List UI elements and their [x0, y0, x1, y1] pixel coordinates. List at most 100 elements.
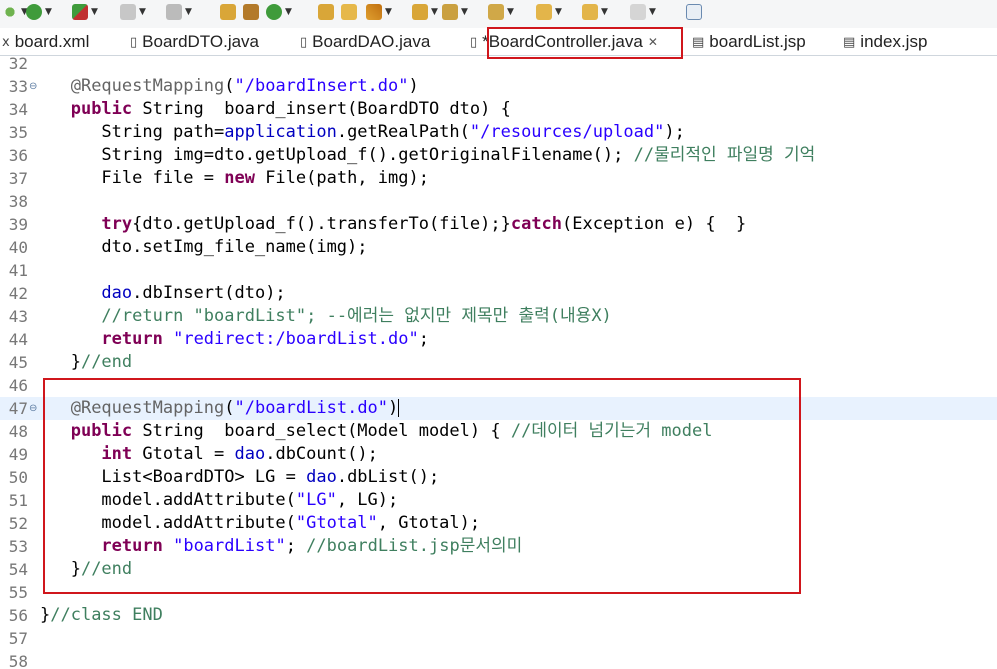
line-number: 38 — [8, 192, 28, 211]
run-button[interactable]: ▼ — [26, 3, 52, 21]
stop-icon — [120, 4, 136, 20]
search-icon — [366, 4, 382, 20]
line-number: 50 — [8, 468, 28, 487]
chevron-down-icon[interactable]: ▼ — [649, 7, 656, 17]
tab-label: boardList.jsp — [709, 32, 806, 51]
java-file-icon: ▯ — [300, 34, 308, 50]
debug-button[interactable]: ▼ — [2, 3, 28, 21]
code-line[interactable]: 33 ⊖ @RequestMapping("/boardInsert.do") — [0, 75, 997, 98]
fold-toggle-icon[interactable]: ⊖ — [29, 397, 37, 420]
new-class-icon — [266, 4, 282, 20]
code-line[interactable]: 43 //return "boardList"; --에러는 없지만 제목만 출… — [0, 305, 997, 328]
line-number: 36 — [8, 146, 28, 165]
previous-annotation-button[interactable]: ▼ — [488, 3, 514, 21]
code-text: dao.dbInsert(dto); — [101, 283, 286, 303]
line-number: 34 — [8, 100, 28, 119]
back-history-icon — [630, 4, 646, 20]
line-number: 56 — [8, 606, 28, 625]
main-toolbar: ▼ ▼ ▼ ▼ ▼ ▼ ▼ ▼ ▼ ▼ ▼ ▼ ▼ — [0, 0, 997, 28]
jsp-file-icon: ▤ — [843, 34, 856, 50]
chevron-down-icon[interactable]: ▼ — [285, 7, 292, 17]
code-line[interactable]: 35 String path=application.getRealPath("… — [0, 121, 997, 144]
chevron-down-icon[interactable]: ▼ — [507, 7, 514, 17]
chevron-down-icon[interactable]: ▼ — [431, 7, 438, 17]
code-line[interactable]: 44 return "redirect:/boardList.do"; — [0, 328, 997, 351]
tab-board-list-jsp[interactable]: ▤ boardList.jsp — [692, 30, 806, 54]
tab-label: BoardDAO.java — [312, 32, 431, 51]
code-text: }//class END — [40, 605, 163, 625]
code-line[interactable]: 56 }//class END — [0, 604, 997, 627]
tab-board-dao[interactable]: ▯ BoardDAO.java — [300, 30, 430, 54]
external-tools-button[interactable]: ▼ — [72, 3, 98, 21]
chevron-down-icon[interactable]: ▼ — [45, 7, 52, 17]
line-number: 33 — [8, 77, 28, 96]
code-text: try{dto.getUpload_f().transferTo(file);}… — [101, 214, 747, 234]
code-text: dto.setImg_file_name(img); — [40, 237, 368, 257]
annotation-button[interactable]: ▼ — [412, 3, 438, 21]
new-class-button[interactable]: ▼ — [266, 3, 292, 21]
open-type-icon — [318, 4, 334, 20]
line-number: 42 — [8, 284, 28, 303]
open-task-button[interactable] — [341, 3, 357, 21]
run-icon — [26, 4, 42, 20]
code-text: @RequestMapping("/boardInsert.do") — [70, 76, 419, 96]
chevron-down-icon[interactable]: ▼ — [601, 7, 608, 17]
line-number: 57 — [8, 629, 28, 648]
pin-editor-button[interactable] — [686, 3, 702, 21]
tab-board-dto[interactable]: ▯ BoardDTO.java — [130, 30, 259, 54]
line-number: 53 — [8, 537, 28, 556]
chevron-down-icon[interactable]: ▼ — [385, 7, 392, 17]
back-history-button[interactable]: ▼ — [630, 3, 656, 21]
tab-board-xml[interactable]: x board.xml — [2, 30, 89, 54]
chevron-down-icon[interactable]: ▼ — [139, 7, 146, 17]
line-number: 39 — [8, 215, 28, 234]
line-number: 44 — [8, 330, 28, 349]
chevron-down-icon[interactable]: ▼ — [555, 7, 562, 17]
code-line[interactable]: 34 public String board_insert(BoardDTO d… — [0, 98, 997, 121]
code-line[interactable]: 58 — [0, 650, 997, 669]
next-annotation-button[interactable]: ▼ — [442, 3, 468, 21]
chevron-down-icon[interactable]: ▼ — [185, 7, 192, 17]
xml-file-icon: x — [2, 34, 10, 50]
java-file-icon: ▯ — [130, 34, 138, 50]
tab-label: BoardDTO.java — [142, 32, 260, 51]
code-line[interactable]: 57 — [0, 627, 997, 650]
forward-button[interactable]: ▼ — [582, 3, 608, 21]
code-line[interactable]: 42 dao.dbInsert(dto); — [0, 282, 997, 305]
line-number: 35 — [8, 123, 28, 142]
step-icon — [166, 4, 182, 20]
annotation-icon — [412, 4, 428, 20]
line-number: 46 — [8, 376, 28, 395]
new-package-button[interactable] — [243, 3, 259, 21]
open-type-button[interactable] — [318, 3, 334, 21]
search-button[interactable]: ▼ — [366, 3, 392, 21]
code-line[interactable]: 41 — [0, 259, 997, 282]
code-line[interactable]: 39 try{dto.getUpload_f().transferTo(file… — [0, 213, 997, 236]
code-highlight-box — [43, 378, 801, 594]
code-line[interactable]: 40 dto.setImg_file_name(img); — [0, 236, 997, 259]
line-number: 40 — [8, 238, 28, 257]
fold-toggle-icon[interactable]: ⊖ — [29, 75, 37, 98]
tab-index-jsp[interactable]: ▤ index.jsp — [843, 30, 927, 54]
code-text: File file = new File(path, img); — [40, 168, 429, 188]
line-number: 54 — [8, 560, 28, 579]
line-number: 48 — [8, 422, 28, 441]
line-number: 49 — [8, 445, 28, 464]
line-number: 52 — [8, 514, 28, 533]
external-tools-icon — [72, 4, 88, 20]
code-line[interactable]: 38 — [0, 190, 997, 213]
chevron-down-icon[interactable]: ▼ — [461, 7, 468, 17]
code-line[interactable]: 32 — [0, 52, 997, 75]
code-text: String img=dto.getUpload_f().getOriginal… — [40, 145, 816, 165]
code-line[interactable]: 36 String img=dto.getUpload_f().getOrigi… — [0, 144, 997, 167]
code-line[interactable]: 37 File file = new File(path, img); — [0, 167, 997, 190]
new-java-project-icon — [220, 4, 236, 20]
tab-label: board.xml — [14, 32, 90, 51]
line-number: 41 — [8, 261, 28, 280]
step-button[interactable]: ▼ — [166, 3, 192, 21]
chevron-down-icon[interactable]: ▼ — [91, 7, 98, 17]
new-java-project-button[interactable] — [220, 3, 236, 21]
code-line[interactable]: 45 }//end — [0, 351, 997, 374]
stop-button[interactable]: ▼ — [120, 3, 146, 21]
back-button[interactable]: ▼ — [536, 3, 562, 21]
